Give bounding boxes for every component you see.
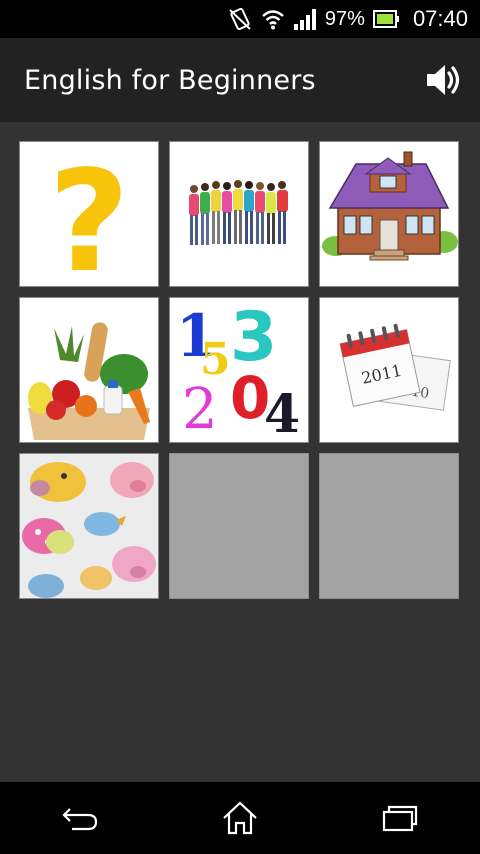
- navigation-bar: [0, 782, 480, 854]
- tile-empty-1: [169, 453, 309, 599]
- tile-food[interactable]: [19, 297, 159, 443]
- status-bar: 97% 07:40: [0, 0, 480, 38]
- recent-apps-button[interactable]: [370, 793, 430, 843]
- numbers-icon: 1 5 3 2 0 4: [176, 298, 300, 442]
- back-icon: [62, 808, 98, 831]
- back-button[interactable]: [50, 793, 110, 843]
- animals-icon: [20, 454, 158, 598]
- app-title: English for Beginners: [24, 64, 316, 96]
- house-icon: [322, 151, 458, 261]
- tile-numbers[interactable]: 1 5 3 2 0 4: [169, 297, 309, 443]
- tile-question[interactable]: ?: [19, 141, 159, 287]
- tile-people[interactable]: [169, 141, 309, 287]
- action-bar: English for Beginners: [0, 38, 480, 122]
- vibrate-off-icon: [227, 7, 253, 31]
- svg-text:2: 2: [182, 377, 218, 442]
- wifi-icon: [261, 8, 285, 30]
- calendar-icon: 2010 2011: [339, 323, 451, 411]
- tile-animals[interactable]: [19, 453, 159, 599]
- svg-text:4: 4: [264, 384, 300, 442]
- battery-icon: [372, 9, 399, 29]
- home-icon: [223, 801, 257, 835]
- signal-icon: [293, 8, 317, 30]
- clock: 07:40: [412, 6, 468, 31]
- category-grid: ? 1 5 3 2 0 4 2011: [0, 122, 480, 782]
- tile-house[interactable]: [319, 141, 459, 287]
- grocery-icon: [28, 322, 150, 440]
- sound-button[interactable]: [424, 60, 464, 100]
- svg-text:?: ?: [48, 142, 129, 286]
- tile-empty-2: [319, 453, 459, 599]
- people-icon: [189, 180, 288, 245]
- tile-calendar[interactable]: 2010 2011: [319, 297, 459, 443]
- speaker-icon: [427, 65, 460, 95]
- battery-percent: 97%: [324, 7, 365, 30]
- home-button[interactable]: [210, 793, 270, 843]
- recent-apps-icon: [382, 805, 418, 832]
- question-mark-icon: ?: [48, 142, 129, 286]
